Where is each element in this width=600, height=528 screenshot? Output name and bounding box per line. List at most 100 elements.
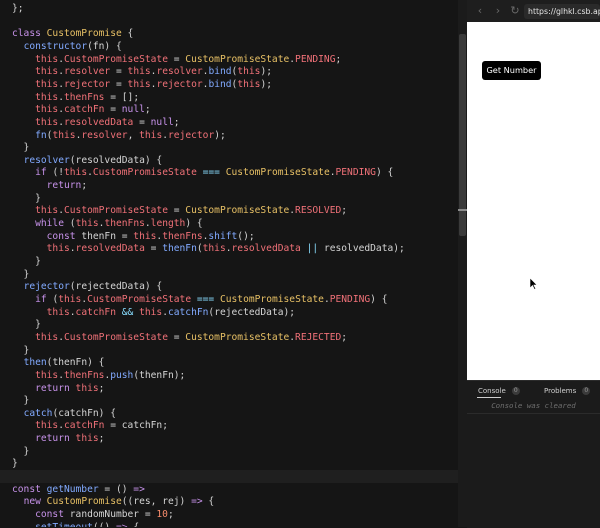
code-line[interactable]: then(thenFn) { xyxy=(12,357,105,370)
code-line[interactable]: while (this.thenFns.length) { xyxy=(12,218,203,231)
code-token: this xyxy=(237,66,261,78)
code-token: ( xyxy=(46,293,59,305)
code-token: getNumber xyxy=(46,483,99,495)
code-line[interactable]: this.CustomPromiseState = CustomPromiseS… xyxy=(12,54,341,67)
code-token: PENDING xyxy=(329,293,371,305)
code-line[interactable]: this.resolvedData = null; xyxy=(12,116,180,130)
code-line[interactable]: constructor(fn) { xyxy=(12,41,122,54)
code-line[interactable]: this.thenFns.push(thenFn); xyxy=(12,370,185,383)
code-token: rejector xyxy=(23,281,70,293)
code-token: shift xyxy=(208,230,238,242)
code-line[interactable]: } xyxy=(12,395,30,408)
code-editor[interactable]: }; class CustomPromise { constructor(fn) … xyxy=(0,0,458,527)
code-token: ; xyxy=(144,104,151,116)
code-line[interactable]: } xyxy=(12,458,18,471)
code-token: resolver xyxy=(156,66,203,78)
chevron-right-icon[interactable]: › xyxy=(491,4,505,18)
code-line[interactable]: fn(this.resolver, this.rejector); xyxy=(12,130,226,143)
code-line[interactable]: this.thenFns = []; xyxy=(12,92,139,105)
code-line[interactable]: class CustomPromise { xyxy=(12,28,133,41)
code-token: this xyxy=(58,293,82,305)
code-line[interactable]: } xyxy=(12,319,41,332)
code-line[interactable]: this.catchFn && this.catchFn(rejectedDat… xyxy=(12,307,295,320)
browser-toolbar: ‹ › ↻ https://glhkl.csb.app/ xyxy=(467,0,600,23)
code-line[interactable]: catch(catchFn) { xyxy=(12,408,116,421)
code-token: { xyxy=(128,522,139,527)
code-token: randomNumber = xyxy=(69,509,157,520)
code-token: this xyxy=(139,306,163,318)
code-token: ((res, rej) xyxy=(121,496,192,508)
code-line[interactable]: this.rejector = this.rejector.bind(this)… xyxy=(12,79,272,92)
code-token: this xyxy=(35,78,59,90)
tab-problems[interactable]: Problems 0 xyxy=(544,386,591,396)
problems-count-badge: 0 xyxy=(582,387,591,395)
code-line[interactable]: return this; xyxy=(12,383,104,396)
code-line[interactable]: this.catchFn = catchFn; xyxy=(12,420,168,433)
code-line[interactable]: }; xyxy=(12,3,24,16)
code-line[interactable]: this.CustomPromiseState = CustomPromiseS… xyxy=(12,205,347,218)
url-bar[interactable]: https://glhkl.csb.app/ xyxy=(524,4,600,19)
code-line[interactable]: } xyxy=(12,345,30,358)
code-token: ; xyxy=(335,53,342,65)
chevron-left-icon[interactable]: ‹ xyxy=(473,4,487,18)
refresh-icon[interactable]: ↻ xyxy=(508,4,522,18)
code-token: ; xyxy=(173,116,180,128)
code-token: CustomPromiseState xyxy=(185,331,290,343)
code-line[interactable]: return this; xyxy=(12,433,104,446)
console-divider xyxy=(467,413,600,414)
code-token: (fn) { xyxy=(87,40,122,52)
code-token: resolver xyxy=(23,154,70,166)
code-line[interactable]: const randomNumber = 10; xyxy=(12,509,174,522)
code-token: (rejectedData); xyxy=(208,306,296,318)
code-token: } xyxy=(12,192,41,204)
code-token: = xyxy=(104,104,122,116)
editor-scroll-thumb[interactable] xyxy=(459,34,466,236)
code-line[interactable]: this.catchFn = null; xyxy=(12,104,151,117)
code-token: => xyxy=(133,483,145,495)
code-line[interactable]: setTimeout(() => { xyxy=(12,522,139,527)
code-token: === xyxy=(191,293,220,305)
code-token: PENDING xyxy=(295,53,336,65)
code-line[interactable]: const thenFn = this.thenFns.shift(); xyxy=(12,231,255,244)
code-token: RESOLVED xyxy=(295,205,342,217)
code-token: this xyxy=(35,66,59,78)
code-line[interactable]: } xyxy=(12,256,41,269)
code-token: const xyxy=(12,483,47,495)
code-token: CustomPromiseState xyxy=(185,53,290,65)
code-token: => xyxy=(116,522,128,527)
code-line[interactable]: new CustomPromise((res, rej) => { xyxy=(12,496,215,509)
code-token: } xyxy=(12,445,30,457)
get-number-button[interactable]: Get Number xyxy=(482,60,541,80)
code-token: CustomPromiseState xyxy=(64,331,168,343)
tab-console[interactable]: Console 0 xyxy=(478,386,520,396)
code-token: ); xyxy=(214,129,226,141)
code-line[interactable]: this.CustomPromiseState = CustomPromiseS… xyxy=(12,332,347,345)
code-line[interactable]: if (!this.CustomPromiseState === CustomP… xyxy=(12,167,393,180)
code-line[interactable]: resolver(resolvedData) { xyxy=(12,154,163,168)
code-line[interactable]: return; xyxy=(12,180,87,193)
code-token: (); xyxy=(237,230,255,242)
code-token: (() xyxy=(93,522,116,527)
code-line[interactable]: const getNumber = () => xyxy=(12,484,145,497)
code-line[interactable]: if (this.CustomPromiseState === CustomPr… xyxy=(12,293,387,307)
get-number-button-wrap: Get Number xyxy=(482,58,600,80)
code-token: CustomPromiseState xyxy=(92,167,197,179)
code-token: if xyxy=(35,293,47,305)
code-line[interactable]: } xyxy=(12,142,30,155)
editor-scrollbar[interactable] xyxy=(458,0,467,527)
code-line[interactable]: } xyxy=(12,445,30,459)
code-line[interactable]: } xyxy=(12,269,30,282)
code-line[interactable]: this.resolvedData = thenFn(this.resolved… xyxy=(12,243,405,256)
code-token: thenFn xyxy=(162,243,197,255)
code-line[interactable]: rejector(rejectedData) { xyxy=(12,281,163,294)
code-line[interactable]: this.resolver = this.resolver.bind(this)… xyxy=(12,66,272,79)
code-token: ) { xyxy=(185,218,203,230)
code-line[interactable]: } xyxy=(12,193,41,206)
